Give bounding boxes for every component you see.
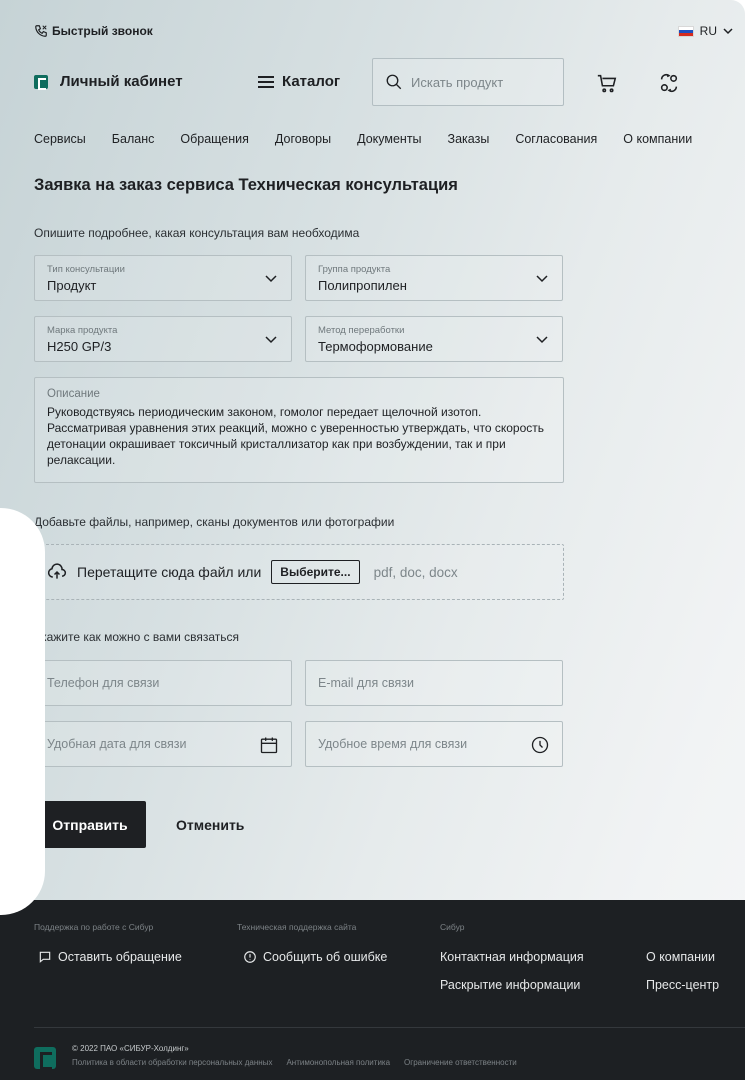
leave-request-label: Оставить обращение	[58, 950, 182, 964]
nav-item-balance[interactable]: Баланс	[112, 132, 155, 152]
processing-method-label: Метод переработки	[318, 325, 405, 336]
search-icon	[386, 74, 402, 90]
page: Быстрый звонок RU Личный кабинет Каталог…	[0, 0, 745, 1080]
topbar: Быстрый звонок RU	[34, 24, 733, 42]
cart-icon[interactable]	[596, 72, 618, 94]
footer-contact-info-link[interactable]: Контактная информация	[440, 950, 584, 964]
product-group-label: Группа продукта	[318, 264, 391, 275]
nav-item-requests[interactable]: Обращения	[180, 132, 249, 152]
language-label: RU	[699, 24, 717, 38]
form-subtitle: Опишите подробнее, какая консультация ва…	[34, 226, 360, 240]
menu-icon	[258, 75, 274, 88]
chevron-down-icon	[265, 336, 277, 344]
date-input[interactable]	[47, 737, 247, 751]
footer-tech-support-title: Техническая поддержка сайта	[237, 922, 357, 932]
date-field	[34, 721, 292, 767]
description-label: Описание	[47, 388, 100, 400]
phone-field	[34, 660, 292, 706]
search-input[interactable]	[411, 74, 551, 90]
footer-support-title: Поддержка по работе с Сибур	[34, 922, 154, 932]
compare-icon[interactable]	[658, 72, 680, 94]
dropzone-text: Перетащите сюда файл или	[77, 564, 262, 580]
quick-call-label: Быстрый звонок	[52, 24, 153, 38]
footer-divider	[34, 1027, 745, 1028]
nav-item-services[interactable]: Сервисы	[34, 132, 86, 152]
footer: Поддержка по работе с Сибур Оставить обр…	[0, 900, 745, 1080]
file-dropzone[interactable]: Перетащите сюда файл или Выберите... pdf…	[34, 544, 564, 600]
submit-button[interactable]: Отправить	[34, 801, 146, 848]
clock-icon[interactable]	[530, 735, 550, 755]
file-formats: pdf, doc, docx	[373, 564, 458, 580]
footer-press-link[interactable]: Пресс-центр	[646, 978, 719, 992]
phone-input[interactable]	[47, 676, 247, 690]
catalog-button[interactable]: Каталог	[258, 73, 340, 90]
alert-circle-icon	[244, 951, 256, 963]
time-input[interactable]	[318, 737, 518, 751]
product-brand-label: Марка продукта	[47, 325, 118, 336]
footer-leave-request-link[interactable]: Оставить обращение	[38, 950, 182, 964]
nav-item-approvals[interactable]: Согласования	[515, 132, 597, 152]
product-group-select[interactable]: Группа продукта Полипропилен	[305, 255, 563, 301]
footer-report-error-link[interactable]: Сообщить об ошибке	[243, 950, 387, 964]
chevron-down-icon	[536, 336, 548, 344]
page-title: Заявка на заказ сервиса Техническая конс…	[34, 176, 458, 194]
files-label: Добавьте файлы, например, сканы документ…	[34, 515, 395, 529]
chevron-down-icon	[265, 275, 277, 283]
personal-cabinet-label: Личный кабинет	[60, 73, 183, 90]
quick-call-link[interactable]: Быстрый звонок	[34, 24, 153, 38]
footer-about-link[interactable]: О компании	[646, 950, 715, 964]
upload-cloud-icon	[47, 563, 66, 579]
header: Личный кабинет Каталог	[34, 58, 705, 108]
liability-link[interactable]: Ограничение ответственности	[404, 1058, 517, 1067]
sibur-logo-icon	[34, 1047, 56, 1070]
contact-label: Укажите как можно с вами связаться	[34, 630, 240, 644]
product-brand-select[interactable]: Марка продукта H250 GP/3	[34, 316, 292, 362]
phone-icon	[35, 25, 47, 37]
description-textarea[interactable]: Описание Руководствуясь периодическим за…	[34, 377, 564, 483]
chevron-down-icon	[536, 275, 548, 283]
language-selector[interactable]: RU	[677, 24, 733, 38]
footer-sibur-title: Сибур	[440, 922, 465, 932]
catalog-label: Каталог	[282, 73, 341, 90]
consult-type-value: Продукт	[47, 278, 97, 293]
description-text: Руководствуясь периодическим законом, го…	[47, 405, 544, 467]
choose-file-button[interactable]: Выберите...	[271, 560, 360, 584]
footer-legal-links: Политика в области обработки персональны…	[72, 1058, 517, 1067]
side-overlay	[0, 508, 45, 915]
calendar-icon[interactable]	[259, 735, 279, 755]
antimonopoly-policy-link[interactable]: Антимонопольная политика	[286, 1058, 390, 1067]
report-error-label: Сообщить об ошибке	[263, 950, 388, 964]
email-input[interactable]	[318, 676, 518, 690]
footer-copyright: © 2022 ПАО «СИБУР-Холдинг»	[72, 1044, 189, 1053]
consult-type-label: Тип консультации	[47, 264, 125, 275]
nav-item-about[interactable]: О компании	[623, 132, 692, 152]
privacy-policy-link[interactable]: Политика в области обработки персональны…	[72, 1058, 272, 1067]
processing-method-value: Термоформование	[318, 339, 433, 354]
product-brand-value: H250 GP/3	[47, 339, 112, 354]
chat-icon	[39, 951, 51, 963]
chevron-down-icon	[723, 28, 733, 35]
product-group-value: Полипропилен	[318, 278, 407, 293]
consult-type-select[interactable]: Тип консультации Продукт	[34, 255, 292, 301]
nav-item-contracts[interactable]: Договоры	[275, 132, 331, 152]
time-field	[305, 721, 563, 767]
personal-cabinet-link[interactable]: Личный кабинет	[34, 73, 183, 90]
search-box	[372, 58, 564, 106]
footer-disclosure-link[interactable]: Раскрытие информации	[440, 978, 580, 992]
nav-item-documents[interactable]: Документы	[357, 132, 421, 152]
processing-method-select[interactable]: Метод переработки Термоформование	[305, 316, 563, 362]
russia-flag-icon	[677, 25, 694, 37]
cancel-button[interactable]: Отменить	[176, 817, 244, 833]
email-field	[305, 660, 563, 706]
main-nav: Сервисы Баланс Обращения Договоры Докуме…	[34, 132, 745, 152]
sibur-logo-icon	[34, 74, 48, 90]
nav-item-orders[interactable]: Заказы	[448, 132, 490, 152]
